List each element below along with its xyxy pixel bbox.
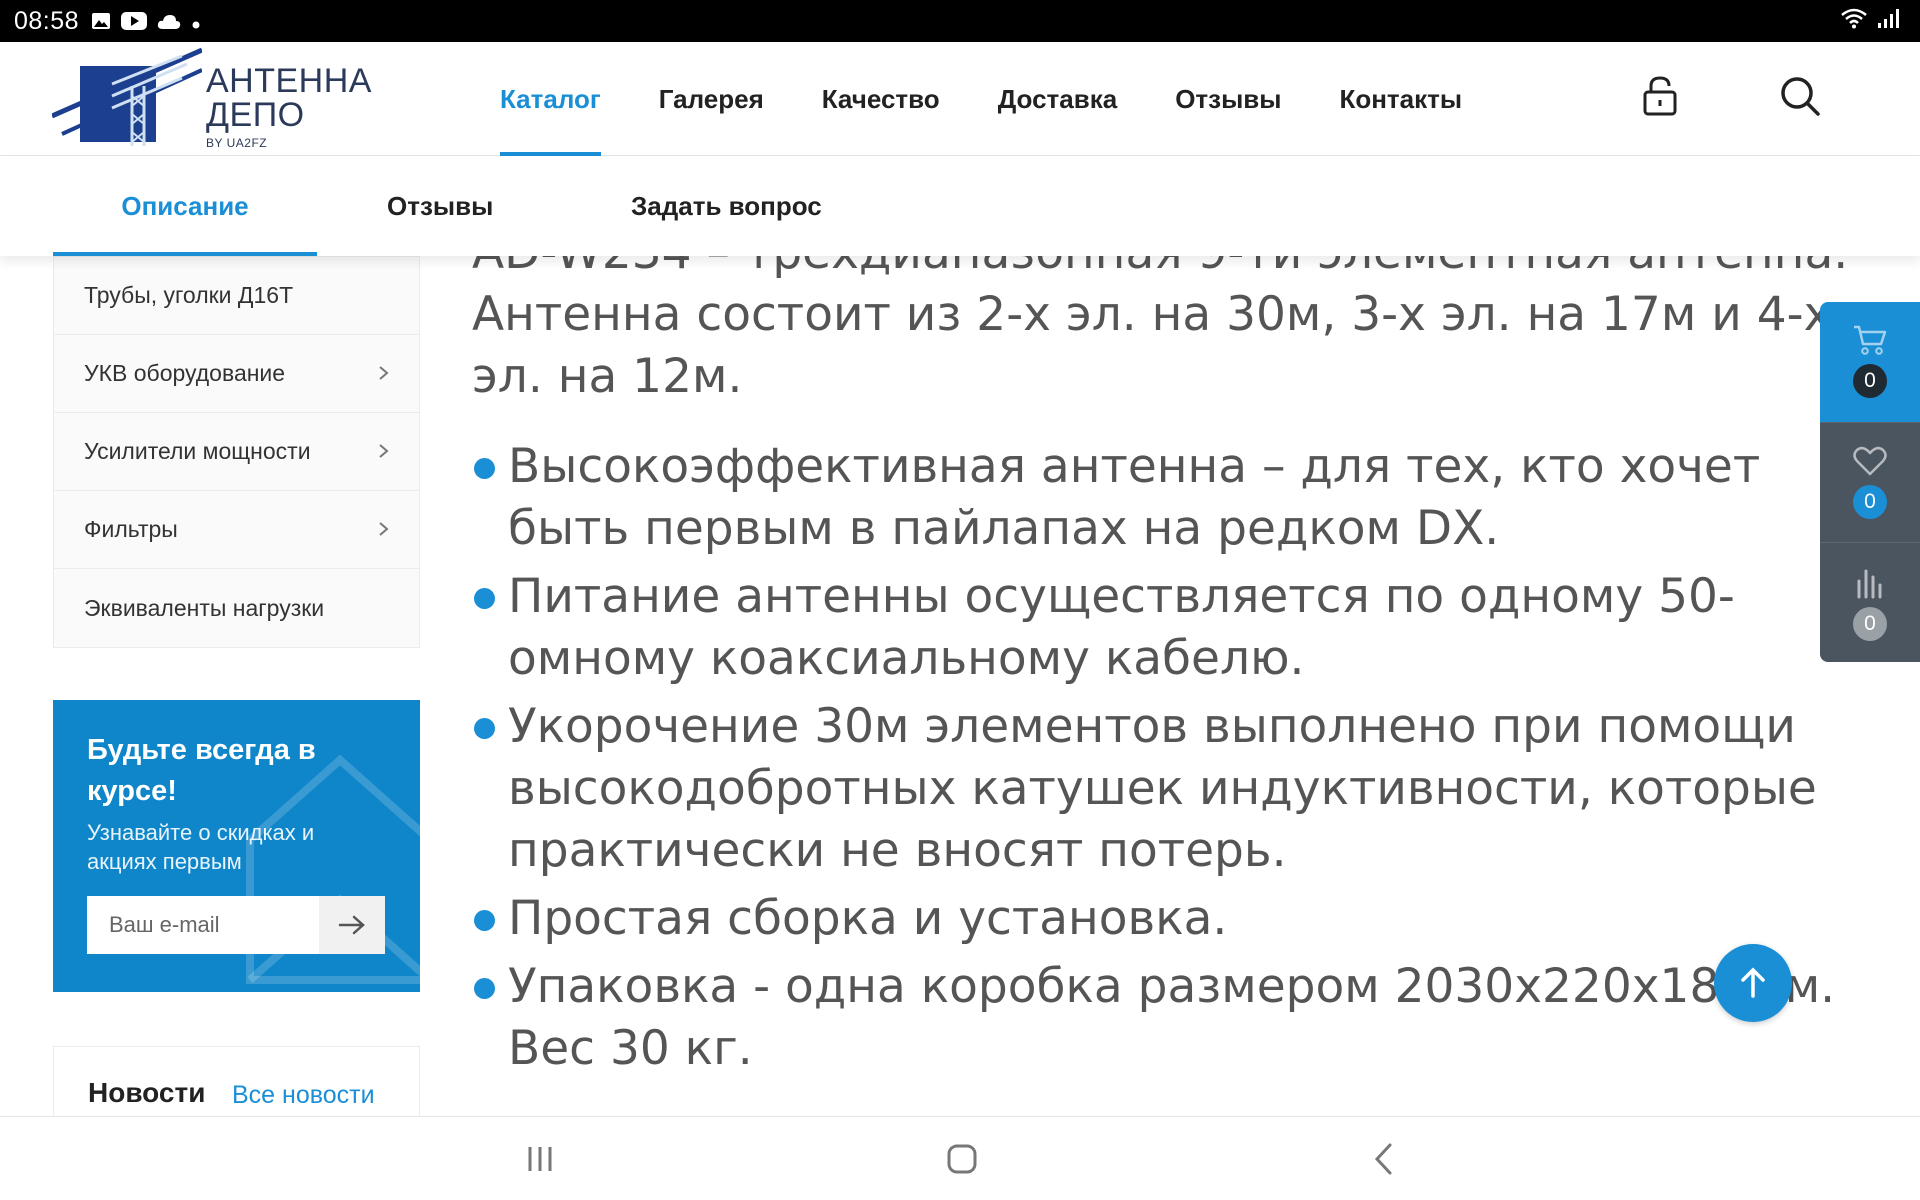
- subscribe-subtitle: Узнавайте о скидках и акциях первым: [87, 820, 315, 874]
- logo-line3: BY UA2FZ: [206, 136, 268, 150]
- sidebar-item-label: Трубы, уголки Д16Т: [84, 282, 294, 308]
- status-time: 08:58: [14, 6, 80, 35]
- nav-item-quality[interactable]: Качество: [822, 42, 940, 156]
- main-nav: Каталог Галерея Качество Доставка Отзывы…: [500, 42, 1520, 156]
- feature-list: Высокоэффективная антенна – для тех, кто…: [472, 436, 1852, 1080]
- cart-count-badge: 0: [1853, 364, 1887, 398]
- heart-icon: [1853, 446, 1887, 476]
- nav-item-contacts[interactable]: Контакты: [1339, 42, 1462, 156]
- nav-item-gallery[interactable]: Галерея: [659, 42, 764, 156]
- search-icon[interactable]: [1778, 74, 1822, 118]
- logo-line2: ДЕПО: [206, 96, 305, 134]
- nav-item-catalog[interactable]: Каталог: [500, 42, 601, 156]
- floating-widgets: 0 0 0: [1820, 302, 1920, 662]
- sidebar-item-pipes[interactable]: Трубы, уголки Д16Т: [54, 257, 419, 335]
- all-news-link[interactable]: Все новости: [232, 1081, 375, 1110]
- chevron-right-icon: [379, 522, 389, 536]
- favorites-count-badge: 0: [1853, 485, 1887, 519]
- back-icon[interactable]: [1364, 1139, 1404, 1179]
- cart-button[interactable]: 0: [1820, 302, 1920, 422]
- status-bar: 08:58: [0, 0, 1920, 42]
- tab-ask-question[interactable]: Задать вопрос: [631, 156, 822, 256]
- home-icon[interactable]: [942, 1139, 982, 1179]
- sidebar-item-dummy-loads[interactable]: Эквиваленты нагрузки: [54, 569, 419, 647]
- system-nav-bar: [0, 1116, 1920, 1200]
- cloud-icon: [157, 7, 181, 36]
- logo-line1: АНТЕННА: [206, 62, 372, 100]
- logo-mark-icon: [50, 47, 204, 146]
- favorites-button[interactable]: 0: [1820, 422, 1920, 542]
- compare-count-badge: 0: [1853, 607, 1887, 641]
- wifi-icon: [1840, 6, 1868, 35]
- list-item: Упаковка - одна коробка размером 2030х22…: [472, 956, 1852, 1080]
- gallery-icon: [91, 7, 111, 36]
- recent-apps-icon[interactable]: [520, 1139, 560, 1179]
- site-header: АНТЕННА ДЕПО BY UA2FZ Каталог Галерея Ка…: [0, 42, 1920, 156]
- sidebar-menu: Трубы, уголки Д16Т УКВ оборудование Усил…: [53, 256, 420, 648]
- tab-description[interactable]: Описание: [53, 156, 317, 256]
- sidebar-item-label: Эквиваленты нагрузки: [84, 594, 325, 621]
- site-logo[interactable]: АНТЕННА ДЕПО BY UA2FZ: [50, 46, 382, 156]
- news-block: Новости Все новости: [53, 1046, 420, 1116]
- youtube-icon: [121, 7, 148, 36]
- scroll-top-button[interactable]: [1714, 944, 1792, 1022]
- chevron-right-icon: [379, 366, 389, 380]
- subscribe-box: Будьте всегда в курсе! Узнавайте о скидк…: [53, 700, 420, 992]
- news-title: Новости: [88, 1077, 206, 1108]
- sidebar-item-amplifiers[interactable]: Усилители мощности: [54, 413, 419, 491]
- product-description: AD-W234 – трехдиапазонная 9-ти элементна…: [472, 220, 1852, 1115]
- arrow-up-icon: [1741, 967, 1765, 998]
- sidebar-item-label: УКВ оборудование: [84, 360, 286, 386]
- dot-icon: [191, 7, 201, 36]
- subscribe-submit-button[interactable]: [319, 896, 385, 954]
- arrow-right-icon: [338, 915, 365, 935]
- nav-item-delivery[interactable]: Доставка: [998, 42, 1118, 156]
- signal-icon: [1876, 6, 1902, 35]
- nav-item-reviews[interactable]: Отзывы: [1175, 42, 1281, 156]
- tab-reviews[interactable]: Отзывы: [387, 156, 493, 256]
- email-field[interactable]: [87, 896, 319, 954]
- list-item: Высокоэффективная антенна – для тех, кто…: [472, 436, 1852, 560]
- sidebar-item-vhf[interactable]: УКВ оборудование: [54, 335, 419, 413]
- lock-icon[interactable]: [1638, 74, 1682, 118]
- sidebar-item-filters[interactable]: Фильтры: [54, 491, 419, 569]
- subscribe-title: Будьте всегда в курсе!: [87, 734, 316, 807]
- chevron-right-icon: [379, 444, 389, 458]
- sidebar-item-label: Усилители мощности: [84, 438, 311, 464]
- list-item: Укорочение 30м элементов выполнено при п…: [472, 696, 1852, 882]
- list-item: Простая сборка и установка.: [472, 888, 1852, 950]
- product-tabs: Описание Отзывы Задать вопрос: [0, 156, 1920, 256]
- compare-chart-icon: [1857, 569, 1882, 599]
- sidebar-item-label: Фильтры: [84, 516, 178, 542]
- compare-button[interactable]: 0: [1820, 542, 1920, 662]
- list-item: Питание антенны осуществляется по одному…: [472, 566, 1852, 690]
- cart-icon: [1854, 325, 1887, 355]
